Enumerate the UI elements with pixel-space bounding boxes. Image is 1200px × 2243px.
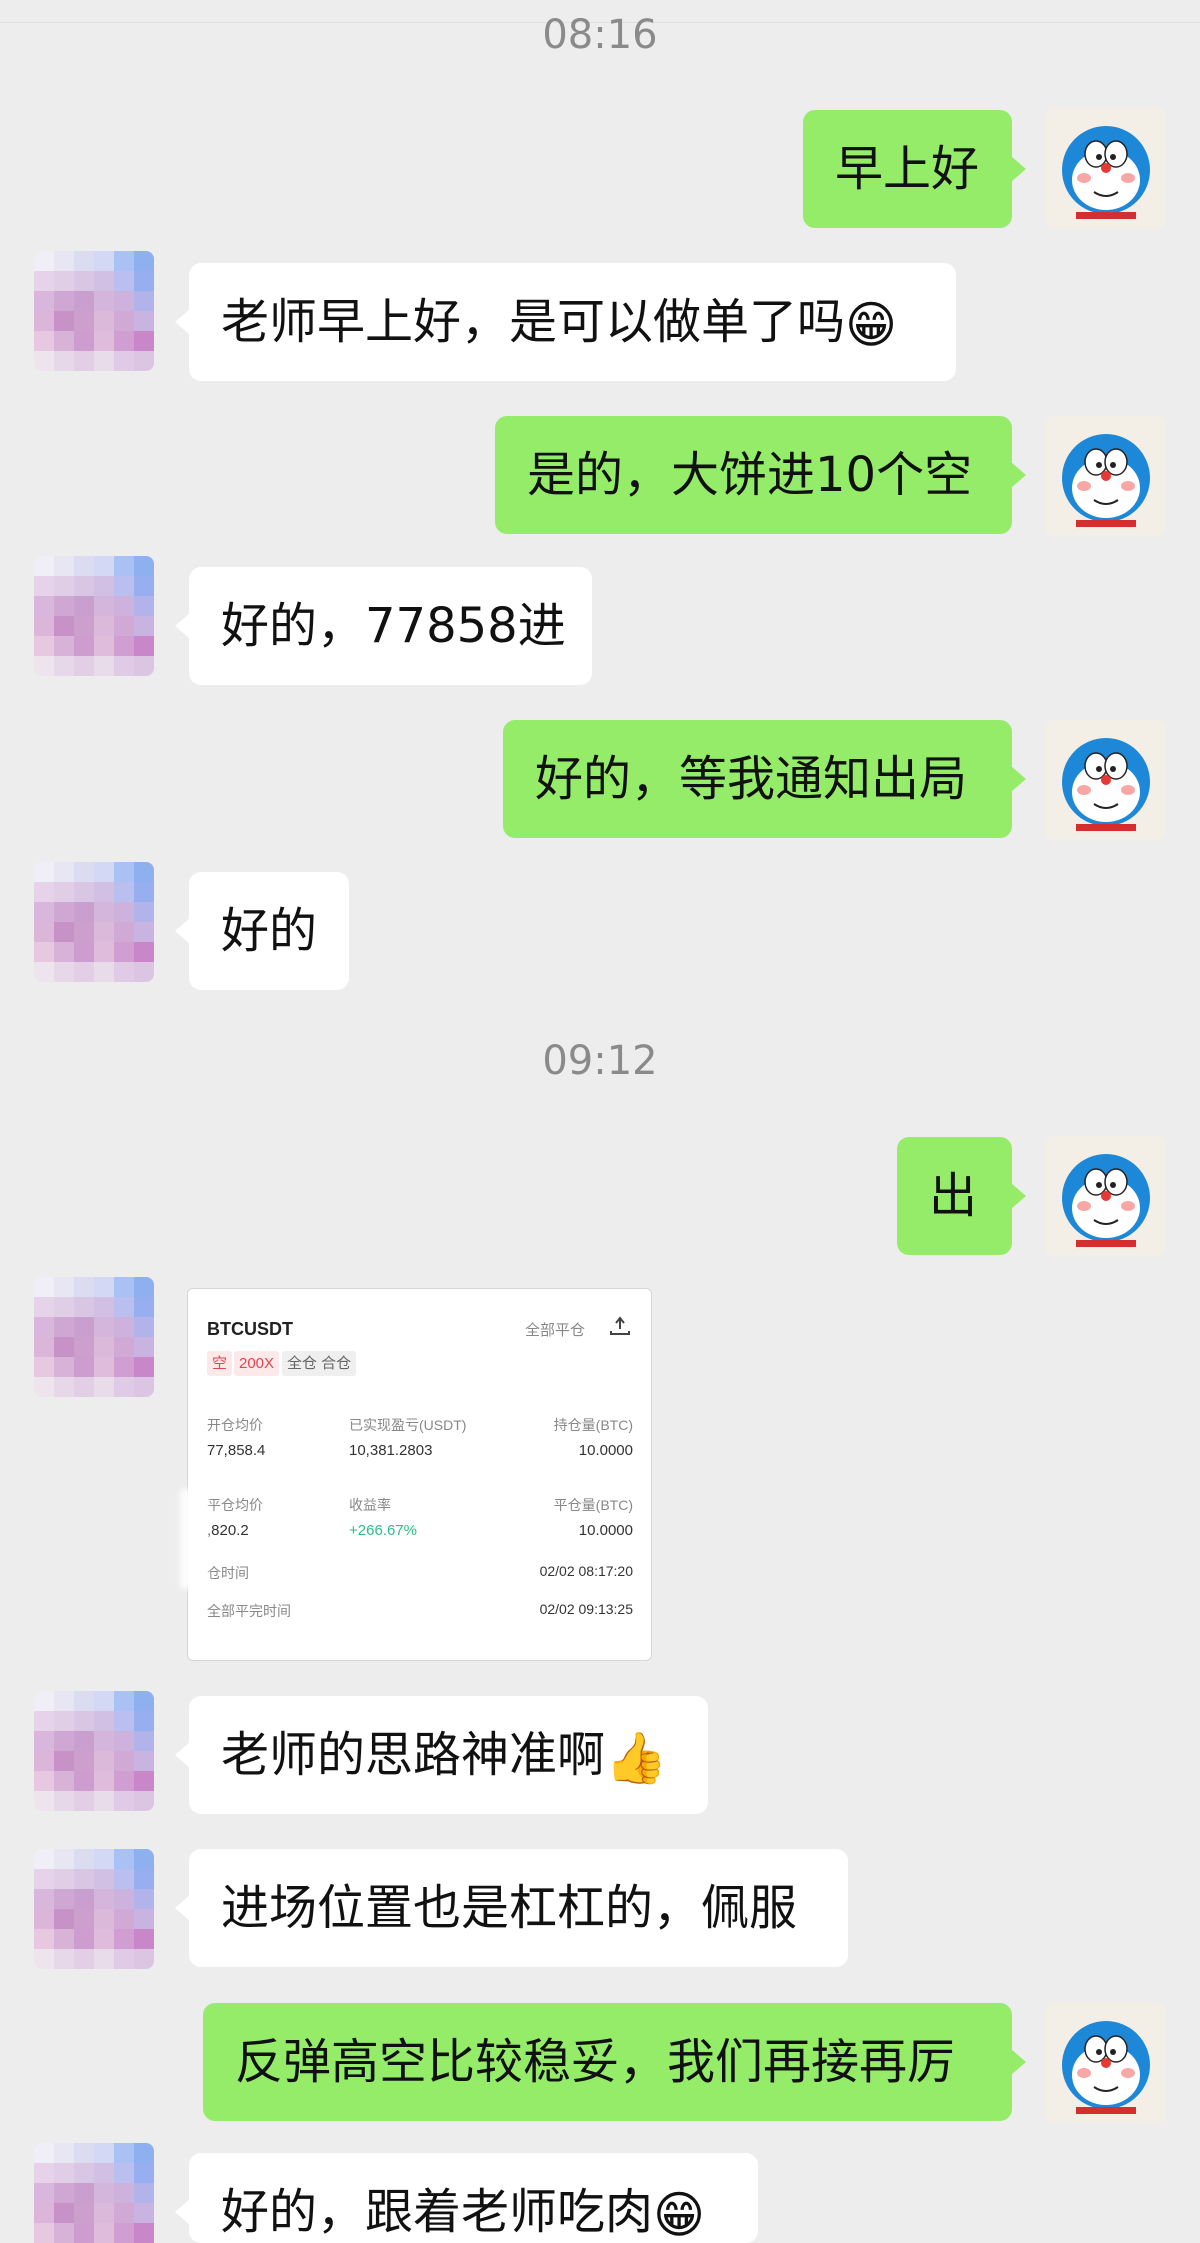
timestamp-0816: 08:16: [542, 12, 658, 58]
doraemon-avatar[interactable]: [1046, 108, 1166, 228]
doraemon-avatar[interactable]: [1046, 720, 1166, 840]
message-bubble-out[interactable]: 好的，等我通知出局: [503, 720, 1026, 838]
message-bubble-out[interactable]: 是的，大饼进10个空: [495, 416, 1026, 534]
contact-avatar-blurred[interactable]: [34, 862, 154, 982]
close-avg-label: 平仓均价: [207, 1497, 263, 1513]
roi-value: +266.67%: [349, 1522, 417, 1539]
contact-avatar-blurred[interactable]: [34, 1691, 154, 1811]
roi-label: 收益率: [349, 1497, 391, 1513]
close-all-label: 全部平仓: [524, 1322, 585, 1339]
open-time-label: 仓时间: [207, 1565, 249, 1581]
blurred-avatar-mosaic: [34, 556, 154, 676]
message-text: 老师早上好，是可以做单了吗: [221, 294, 846, 350]
margin-mode-tag: 全仓 合仓: [282, 1351, 357, 1376]
doraemon-avatar[interactable]: [1046, 416, 1166, 536]
share-icon: [610, 1316, 630, 1335]
message-bubble-in[interactable]: 老师的思路神准啊👍: [175, 1696, 708, 1814]
blurred-avatar-mosaic: [34, 1849, 154, 1969]
blurred-region: [180, 1489, 208, 1589]
contact-avatar-blurred[interactable]: [34, 1849, 154, 1969]
doraemon-avatar-icon: [1046, 416, 1166, 536]
position-label: 持仓量(BTC): [553, 1417, 633, 1433]
close-time-value: 02/02 09:13:25: [539, 1601, 633, 1617]
doraemon-avatar[interactable]: [1046, 2003, 1166, 2123]
blurred-avatar-mosaic: [34, 862, 154, 982]
blurred-avatar-mosaic: [34, 1691, 154, 1811]
contact-avatar-blurred[interactable]: [34, 251, 154, 371]
doraemon-avatar-icon: [1046, 108, 1166, 228]
timestamp-0912: 09:12: [542, 1038, 658, 1084]
message-bubble-out[interactable]: 早上好: [803, 110, 1026, 228]
blurred-avatar-mosaic: [34, 251, 154, 371]
open-time-value: 02/02 08:17:20: [539, 1563, 633, 1579]
contact-avatar-blurred[interactable]: [34, 556, 154, 676]
closed-qty-value: 10.0000: [578, 1522, 633, 1539]
message-bubble-out[interactable]: 出: [897, 1137, 1026, 1255]
message-text: 老师的思路神准啊: [221, 1727, 606, 1783]
doraemon-avatar-icon: [1046, 2003, 1166, 2123]
message-bubble-in[interactable]: 好的: [175, 872, 349, 990]
thumbs-up-emoji-icon: 👍: [605, 1729, 668, 1787]
blurred-avatar-mosaic: [34, 2143, 154, 2243]
close-avg-value: ,820.2: [207, 1522, 249, 1539]
message-bubble-in[interactable]: 好的，跟着老师吃肉😁: [175, 2153, 758, 2243]
message-bubble-in[interactable]: 进场位置也是杠杠的，佩服: [175, 1849, 848, 1967]
contact-avatar-blurred[interactable]: [34, 2143, 154, 2243]
message-text: 好的，跟着老师吃肉: [221, 2184, 654, 2240]
trade-symbol: BTCUSDT: [207, 1319, 293, 1339]
doraemon-avatar-icon: [1046, 720, 1166, 840]
blurred-avatar-mosaic: [34, 1277, 154, 1397]
open-avg-value: 77,858.4: [207, 1442, 266, 1459]
position-value: 10.0000: [578, 1442, 633, 1459]
open-avg-label: 开仓均价: [207, 1417, 263, 1433]
grin-emoji-icon: 😁: [845, 296, 898, 354]
message-bubble-in[interactable]: 好的，77858进: [175, 567, 592, 685]
realized-pnl-value: 10,381.2803: [349, 1442, 433, 1459]
trade-screenshot-image[interactable]: BTCUSDT 全部平仓 空 200X 全仓 合仓 开仓均价 77,858.4 …: [180, 1288, 652, 1661]
contact-avatar-blurred[interactable]: [34, 1277, 154, 1397]
doraemon-avatar-icon: [1046, 1136, 1166, 1256]
message-bubble-in[interactable]: 老师早上好，是可以做单了吗😁: [175, 263, 956, 381]
close-time-label: 全部平完时间: [207, 1603, 291, 1619]
direction-tag: 空: [207, 1351, 233, 1376]
grin-emoji-icon: 😁: [653, 2186, 706, 2243]
doraemon-avatar[interactable]: [1046, 1136, 1166, 1256]
realized-pnl-label: 已实现盈亏(USDT): [349, 1417, 467, 1433]
closed-qty-label: 平仓量(BTC): [553, 1497, 633, 1513]
leverage-tag: 200X: [234, 1351, 280, 1376]
message-bubble-out[interactable]: 反弹高空比较稳妥，我们再接再厉: [203, 2003, 1026, 2121]
